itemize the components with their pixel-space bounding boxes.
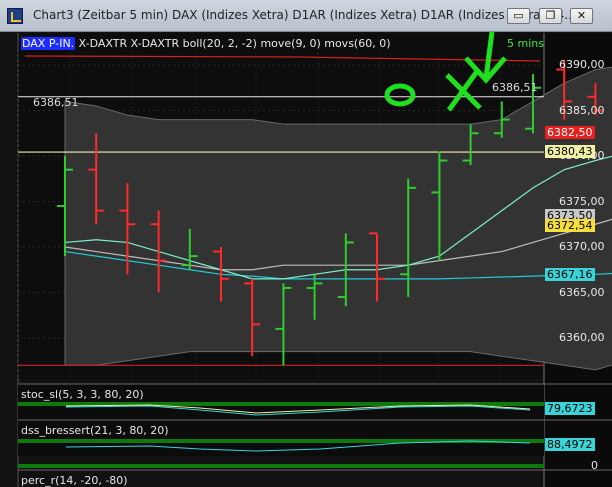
price-marker-box: 6372,54 bbox=[545, 219, 595, 232]
dss-panel-title: dss_bressert(21, 3, 80, 20) bbox=[21, 424, 169, 437]
stoc-panel-title: stoc_sl(5, 3, 3, 80, 20) bbox=[21, 388, 144, 401]
chart-legend: DAX P-IN. X-DAXTR X-DAXTR boll(20, 2, -2… bbox=[21, 36, 391, 51]
legend-instrument: DAX P-IN. bbox=[21, 37, 76, 50]
level-label-left: 6386,51 bbox=[33, 96, 79, 109]
y-tick-label: 6385,00 bbox=[559, 103, 605, 117]
price-marker-box: 6367,16 bbox=[545, 268, 595, 281]
dss-value-box: 88,4972 bbox=[545, 438, 595, 451]
dss-zero-label: 0 bbox=[591, 459, 598, 472]
legend-studies: X-DAXTR X-DAXTR boll(20, 2, -2) move(9, … bbox=[75, 37, 391, 50]
y-tick-label: 6375,00 bbox=[559, 194, 605, 208]
y-tick-label: 6360,00 bbox=[559, 331, 605, 344]
y-tick-label: 6390,00 bbox=[559, 58, 605, 71]
y-tick-label: 6365,00 bbox=[559, 285, 605, 299]
chart-interval: 5 mins bbox=[507, 37, 544, 50]
level-label-right: 6386,51 bbox=[492, 81, 538, 94]
price-marker-box: 6380,43 bbox=[545, 145, 595, 158]
y-tick-label: 6370,00 bbox=[559, 240, 605, 253]
stoc-value-box: 79,6723 bbox=[545, 402, 595, 415]
perc-panel-title: perc_r(14, -20, -80) bbox=[21, 474, 128, 487]
price-chart[interactable] bbox=[0, 0, 612, 487]
price-marker-box: 6382,50 bbox=[545, 126, 595, 139]
